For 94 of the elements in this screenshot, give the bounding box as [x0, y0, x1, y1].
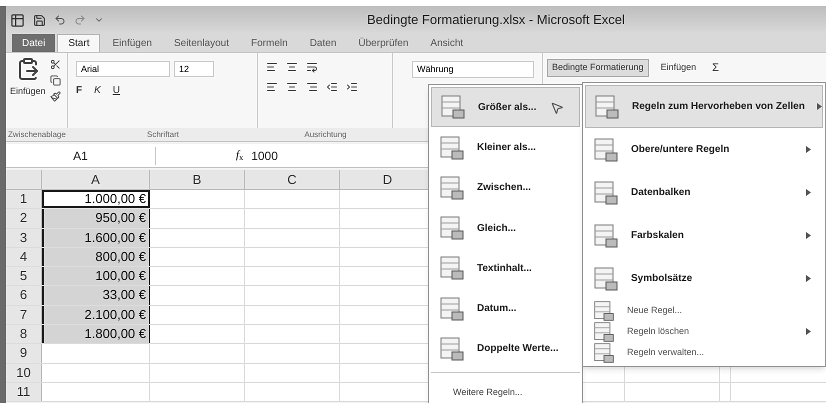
formula-field[interactable]: 1000 — [251, 146, 278, 164]
table-rule-icon — [593, 180, 619, 206]
row-header[interactable]: 10 — [6, 364, 42, 382]
small-rule-icon — [593, 342, 615, 364]
submenu-item[interactable]: Gleich... — [431, 208, 580, 248]
row-header[interactable]: 4 — [6, 248, 42, 266]
table-rule-icon — [439, 336, 465, 362]
name-box[interactable]: A1 — [6, 146, 156, 164]
group-label: Zwischenablage — [8, 128, 66, 140]
table-cell: 2.100,00 € — [42, 306, 150, 324]
submenu-arrow-icon — [806, 146, 811, 153]
submenu-item[interactable]: Doppelte Werte... — [431, 328, 580, 370]
align-right-icon[interactable] — [306, 81, 318, 93]
autosum-button[interactable]: Σ — [708, 59, 723, 77]
column-header[interactable]: B — [150, 170, 245, 189]
table-rule-icon — [439, 174, 465, 201]
save-icon[interactable] — [33, 14, 46, 26]
font-name-field[interactable]: Arial — [76, 61, 170, 77]
ribbon-tab[interactable]: Einfügen — [102, 34, 162, 52]
menu-item[interactable]: Neue Regel... — [585, 300, 823, 321]
file-tab[interactable]: Datei — [12, 34, 56, 52]
table-cell: 100,00 € — [42, 267, 150, 286]
row-header[interactable]: 2 — [6, 209, 42, 228]
submenu-arrow-icon — [806, 232, 811, 239]
table-rule-icon — [593, 136, 619, 162]
row-header[interactable]: 6 — [6, 286, 42, 305]
submenu-arrow-icon — [816, 103, 822, 110]
ribbon-tab[interactable]: Ansicht — [420, 34, 474, 52]
italic-button[interactable]: K — [94, 83, 101, 98]
table-cell: 1.000,00 € — [42, 190, 150, 208]
table-rule-icon — [439, 134, 465, 160]
table-cell: 1.600,00 € — [42, 228, 150, 247]
insert-cells-button[interactable]: Einfügen — [656, 59, 700, 77]
submenu-item[interactable]: Größer als... — [431, 87, 580, 128]
conditional-formatting-button[interactable]: Bedingte Formatierung — [547, 59, 649, 77]
outdent-icon[interactable] — [326, 81, 338, 93]
submenu-arrow-icon — [806, 275, 811, 282]
submenu-item[interactable]: Textinhalt... — [431, 248, 580, 288]
menu-item[interactable]: Farbskalen — [585, 214, 823, 257]
menu-item[interactable]: Regeln zum Hervorheben von Zellen — [585, 85, 823, 128]
row-header[interactable]: 3 — [6, 228, 42, 247]
table-rule-icon — [439, 215, 465, 242]
menu-item[interactable]: Symbolsätze — [585, 257, 823, 300]
align-center-icon[interactable] — [286, 81, 298, 93]
submenu-arrow-icon — [806, 328, 811, 335]
bold-button[interactable]: F — [76, 83, 82, 98]
column-header[interactable]: C — [245, 170, 340, 189]
table-cell: 800,00 € — [42, 248, 150, 266]
more-rules-item[interactable]: Weitere Regeln... — [453, 387, 522, 398]
ribbon-tab[interactable]: Formeln — [241, 34, 298, 52]
table-rule-icon — [439, 255, 465, 282]
table-rule-icon — [594, 94, 620, 120]
table-cell: 33,00 € — [42, 286, 150, 305]
row-header[interactable]: 8 — [6, 325, 42, 344]
table-rule-icon — [593, 222, 619, 248]
font-size-field[interactable]: 12 — [174, 61, 214, 77]
indent-icon[interactable] — [346, 81, 358, 93]
group-label: Ausrichtung — [304, 128, 347, 140]
submenu-item[interactable]: Kleiner als... — [431, 127, 580, 168]
underline-button[interactable]: U — [112, 83, 120, 98]
number-format-field[interactable]: Währung — [412, 61, 534, 78]
copy-icon[interactable] — [50, 75, 61, 86]
menu-item[interactable]: Regeln löschen — [585, 321, 823, 342]
submenu-arrow-icon — [806, 189, 811, 196]
table-cell: 1.800,00 € — [42, 325, 150, 344]
row-header[interactable]: 5 — [6, 267, 42, 286]
column-header[interactable]: A — [42, 170, 150, 189]
submenu-item[interactable]: Datum... — [431, 288, 580, 329]
cut-icon[interactable] — [50, 59, 61, 70]
group-label: Schriftart — [146, 128, 179, 140]
small-rule-icon — [593, 300, 615, 322]
mouse-cursor-icon — [550, 101, 564, 115]
align-left-icon[interactable] — [266, 81, 278, 93]
table-cell: 950,00 € — [42, 209, 150, 228]
table-rule-icon — [439, 296, 465, 322]
undo-icon[interactable] — [54, 14, 66, 26]
menu-item[interactable]: Datenbalken — [585, 171, 823, 214]
window-title: Bedingte Formatierung.xlsx - Microsoft Excel — [367, 11, 625, 30]
formula-label: f$_{x}$ — [236, 148, 244, 164]
menu-item[interactable]: Obere/untere Regeln — [585, 128, 823, 171]
row-header[interactable]: 9 — [6, 344, 42, 363]
ribbon-tab[interactable]: Seitenlayout — [164, 34, 240, 52]
ribbon-tab[interactable]: Daten — [300, 34, 346, 52]
small-rule-icon — [593, 320, 615, 342]
table-rule-icon — [440, 94, 466, 120]
menu-item[interactable]: Regeln verwalten... — [585, 342, 823, 363]
row-header[interactable]: 1 — [6, 190, 42, 208]
table-rule-icon — [593, 266, 619, 292]
paste-button[interactable]: Einfügen — [10, 85, 46, 98]
format-painter-icon[interactable] — [50, 91, 61, 102]
row-header[interactable]: 11 — [6, 382, 42, 402]
ribbon-tab[interactable]: Start — [57, 34, 100, 52]
row-header[interactable]: 7 — [6, 306, 42, 324]
ribbon-tab[interactable]: Überprüfen — [348, 34, 418, 52]
